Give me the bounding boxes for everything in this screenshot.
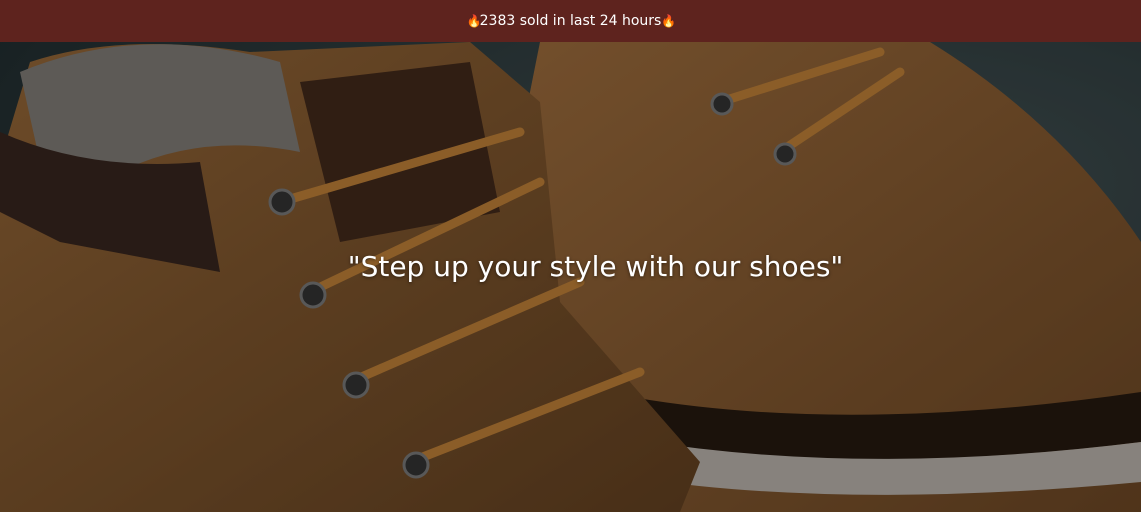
hero-banner: "Step up your style with our shoes": [0, 42, 1141, 512]
hero-headline: "Step up your style with our shoes": [347, 250, 844, 283]
fire-icon: 🔥: [661, 14, 677, 28]
fire-icon: 🔥: [466, 14, 482, 28]
announcement-bar: 🔥 2383 sold in last 24 hours 🔥: [0, 0, 1141, 42]
announcement-text: 2383 sold in last 24 hours: [479, 13, 662, 29]
